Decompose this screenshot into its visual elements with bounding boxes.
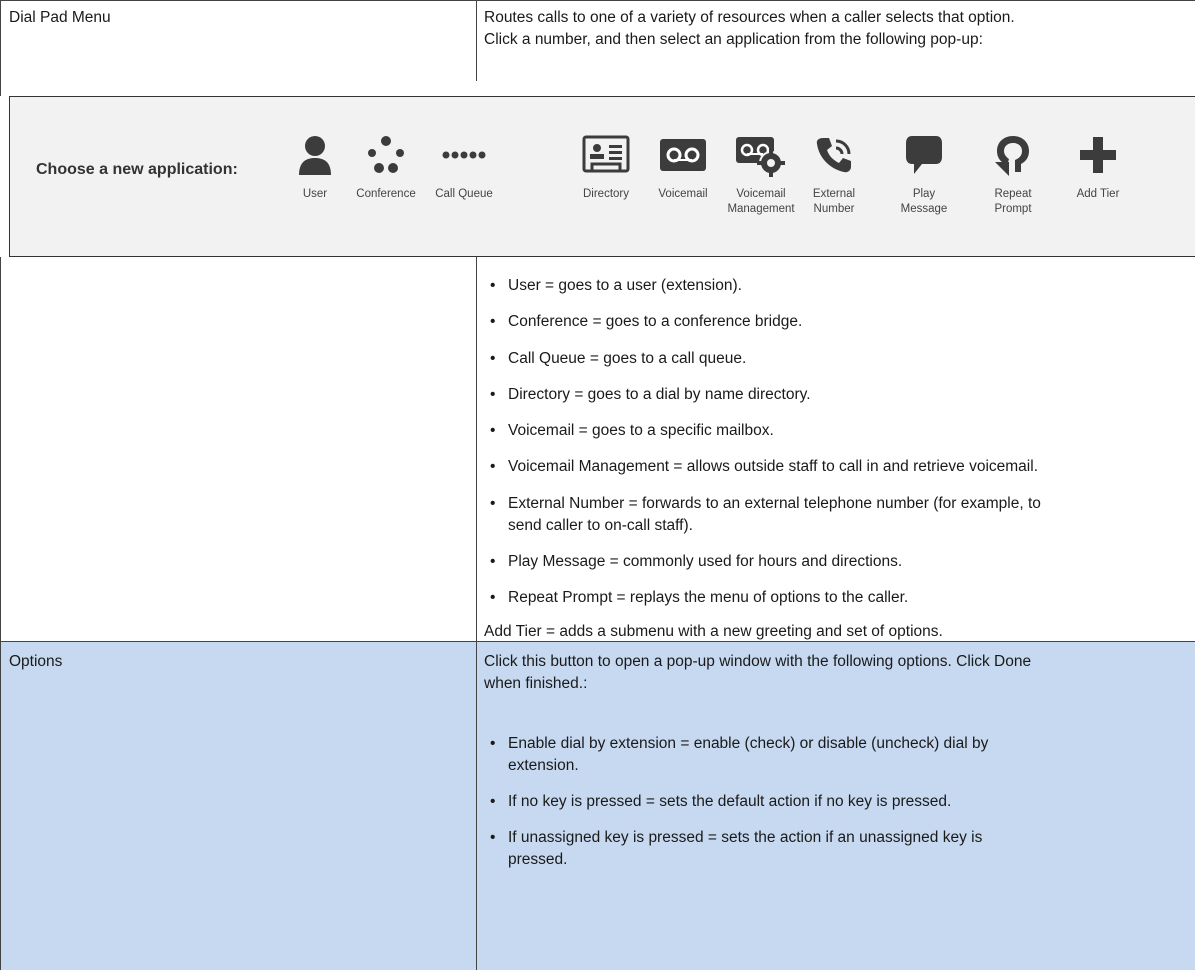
dial-pad-menu-label: Dial Pad Menu <box>9 9 111 26</box>
add-tier-app-button[interactable]: Add Tier <box>1058 133 1138 202</box>
column-divider-bottom <box>476 257 477 970</box>
call-queue-icon <box>442 151 486 159</box>
add-tier-note: Add Tier = adds a submenu with a new gre… <box>484 623 943 640</box>
user-icon <box>299 136 331 175</box>
options-description-line1: Click this button to open a pop-up windo… <box>484 653 1032 670</box>
voicemail-app-button[interactable]: Voicemail <box>643 133 723 202</box>
directory-app-button[interactable]: Directory <box>566 133 646 202</box>
app-label: Voicemail <box>658 188 708 200</box>
column-divider-top <box>476 0 477 81</box>
dial-pad-menu-description-line2: Click a number, and then select an appli… <box>484 31 983 48</box>
add-tier-icon <box>1080 137 1116 173</box>
app-label: Add Tier <box>1076 188 1120 200</box>
table-top-border <box>0 0 1195 1</box>
conference-icon <box>368 136 404 173</box>
repeat-prompt-icon <box>995 136 1029 176</box>
voicemail-management-app-button[interactable]: Voicemail Management <box>721 133 801 217</box>
play-message-icon <box>906 136 942 174</box>
dial-pad-menu-description-line1: Routes calls to one of a variety of reso… <box>484 9 1015 26</box>
application-chooser-panel: Choose a new application: User Conferenc… <box>9 96 1195 257</box>
app-label: Call Queue <box>435 188 493 200</box>
external-number-app-button[interactable]: External Number <box>794 133 874 217</box>
play-message-app-button[interactable]: Play Message <box>884 133 964 217</box>
app-label: Repeat Prompt <box>994 188 1032 215</box>
user-app-button[interactable]: User <box>289 133 341 202</box>
repeat-prompt-app-button[interactable]: Repeat Prompt <box>973 133 1053 217</box>
voicemail-icon <box>660 139 706 171</box>
app-label: Directory <box>582 188 629 200</box>
options-description-line2: when finished.: <box>484 675 588 692</box>
external-number-icon <box>816 138 851 173</box>
options-label: Options <box>9 653 63 670</box>
app-label: Conference <box>356 188 416 200</box>
conference-app-button[interactable]: Conference <box>346 133 426 202</box>
directory-icon <box>582 135 630 173</box>
chooser-title: Choose a new application: <box>36 161 238 178</box>
app-label: External Number <box>812 188 856 215</box>
table-left-border <box>0 0 1 96</box>
table-left-border-lower <box>0 257 1 970</box>
app-label: Play Message <box>900 188 948 215</box>
app-label: Voicemail Management <box>727 188 795 215</box>
voicemail-management-icon <box>736 137 785 177</box>
call-queue-app-button[interactable]: Call Queue <box>424 133 504 202</box>
app-label: User <box>302 188 328 200</box>
